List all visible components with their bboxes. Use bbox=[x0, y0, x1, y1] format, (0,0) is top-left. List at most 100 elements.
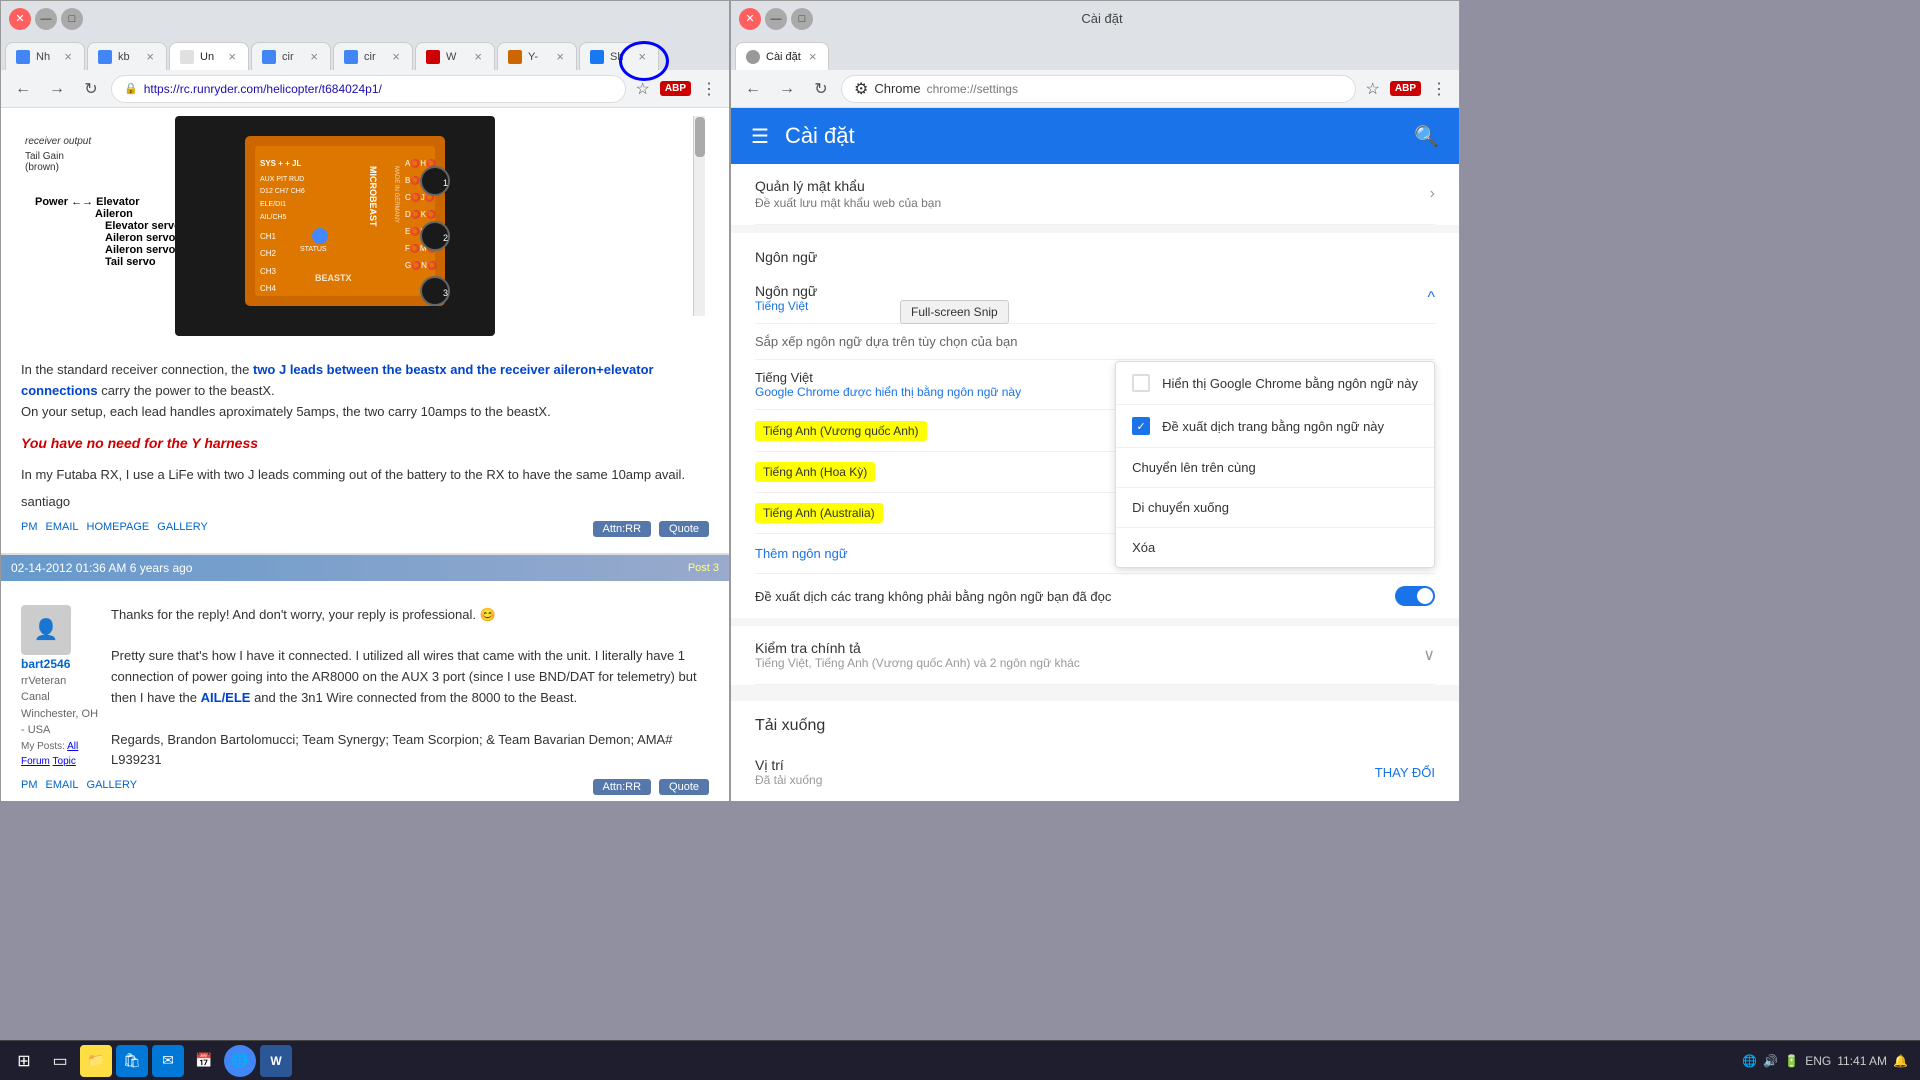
tabs-bar-left: Nh × kb × Un × cir × cir × bbox=[1, 36, 729, 70]
tab-cir2[interactable]: cir × bbox=[333, 42, 413, 70]
start-button[interactable]: ⊞ bbox=[8, 1045, 40, 1077]
location-item[interactable]: Vị trí Đã tải xuống THAY ĐỔI bbox=[755, 743, 1435, 801]
clock: 11:41 AM bbox=[1837, 1054, 1887, 1068]
ctx-item-4[interactable]: Di chuyển xuống bbox=[1116, 488, 1434, 528]
abp-badge-right[interactable]: ABP bbox=[1390, 81, 1421, 96]
tab-close-y[interactable]: × bbox=[554, 49, 566, 64]
attn-btn-main[interactable]: Attn:RR bbox=[593, 521, 652, 537]
task-view-button[interactable]: ▭ bbox=[44, 1045, 76, 1077]
tab-nh[interactable]: Nh × bbox=[5, 42, 85, 70]
beastx-diagram: SYS + + JL AUX PIT RUD D12 CH7 CH6 ELE/D… bbox=[175, 116, 495, 336]
email-link-main[interactable]: EMAIL bbox=[46, 521, 79, 537]
maximize-button-left[interactable]: □ bbox=[61, 8, 83, 30]
language-subsection[interactable]: Ngôn ngữ Tiếng Việt ^ bbox=[755, 273, 1435, 324]
attn-btn-post3[interactable]: Attn:RR bbox=[593, 779, 652, 795]
back-button-left[interactable]: ← bbox=[9, 75, 37, 103]
tab-favicon-y bbox=[508, 50, 522, 64]
tab-settings[interactable]: Cài đặt × bbox=[735, 42, 829, 70]
tab-label-kb: kb bbox=[118, 51, 130, 63]
settings-url-bar[interactable]: ⚙ Chrome chrome://settings bbox=[841, 75, 1356, 103]
tab-kb[interactable]: kb × bbox=[87, 42, 167, 70]
location-change-button[interactable]: THAY ĐỔI bbox=[1375, 765, 1435, 780]
post3-posts-label: My Posts: All Forum Topic bbox=[21, 739, 101, 769]
tab-close-cir2[interactable]: × bbox=[390, 49, 402, 64]
tab-close-cir1[interactable]: × bbox=[308, 49, 320, 64]
file-explorer-icon[interactable]: 📁 bbox=[80, 1045, 112, 1077]
chrome-taskbar-icon[interactable]: 🌐 bbox=[224, 1045, 256, 1077]
section-divider-3 bbox=[731, 685, 1459, 693]
spell-chevron-icon: ∨ bbox=[1423, 645, 1435, 665]
close-button-right[interactable]: ✕ bbox=[739, 8, 761, 30]
ctx-item-2[interactable]: ✓ Đề xuất dịch trang bằng ngôn ngữ này bbox=[1116, 405, 1434, 448]
forward-button-left[interactable]: → bbox=[43, 75, 71, 103]
volume-icon[interactable]: 🔊 bbox=[1763, 1054, 1778, 1068]
svg-text:CH4: CH4 bbox=[260, 284, 277, 293]
maximize-button-right[interactable]: □ bbox=[791, 8, 813, 30]
close-button-left[interactable]: ✕ bbox=[9, 8, 31, 30]
password-item[interactable]: Quản lý mật khẩu Đề xuất lưu mật khẩu we… bbox=[755, 164, 1435, 225]
quote-btn-post3[interactable]: Quote bbox=[659, 779, 709, 795]
post3-forum-link[interactable]: Forum bbox=[21, 756, 50, 767]
search-icon-settings[interactable]: 🔍 bbox=[1414, 124, 1439, 149]
battery-icon[interactable]: 🔋 bbox=[1784, 1054, 1799, 1068]
tab-label-cir2: cir bbox=[364, 51, 376, 63]
ctx-item-1[interactable]: Hiển thị Google Chrome bằng ngôn ngữ này bbox=[1116, 362, 1434, 405]
refresh-button-right[interactable]: ↻ bbox=[807, 75, 835, 103]
tab-close-un[interactable]: × bbox=[226, 49, 238, 64]
menu-icon-left[interactable]: ⋮ bbox=[697, 75, 721, 103]
tab-cir1[interactable]: cir × bbox=[251, 42, 331, 70]
refresh-button-left[interactable]: ↻ bbox=[77, 75, 105, 103]
store-icon[interactable]: 🛍 bbox=[116, 1045, 148, 1077]
star-icon-left[interactable]: ☆ bbox=[632, 75, 654, 103]
tab-label-w: W bbox=[446, 51, 456, 63]
ctx-checkbox-1[interactable] bbox=[1132, 374, 1150, 392]
post3-topic-link[interactable]: Topic bbox=[53, 756, 76, 767]
tab-close-kb[interactable]: × bbox=[144, 49, 156, 64]
tab-close-nh[interactable]: × bbox=[62, 49, 74, 64]
tab-w[interactable]: W × bbox=[415, 42, 495, 70]
minimize-button-right[interactable]: — bbox=[765, 8, 787, 30]
ctx-checkbox-2[interactable]: ✓ bbox=[1132, 417, 1150, 435]
settings-tab-close[interactable]: × bbox=[807, 49, 819, 64]
tab-un[interactable]: Un × bbox=[169, 42, 249, 70]
back-button-right[interactable]: ← bbox=[739, 75, 767, 103]
star-icon-right[interactable]: ☆ bbox=[1362, 75, 1384, 103]
gallery-link-main[interactable]: GALLERY bbox=[157, 521, 208, 537]
post3-name[interactable]: bart2546 bbox=[21, 655, 101, 673]
homepage-link-main[interactable]: HOMEPAGE bbox=[87, 521, 150, 537]
notification-icon[interactable]: 🔔 bbox=[1893, 1054, 1908, 1068]
tab-close-sh[interactable]: × bbox=[636, 49, 648, 64]
lang-indicator[interactable]: ENG bbox=[1805, 1054, 1831, 1068]
url-bar-left[interactable]: 🔒 https://rc.runryder.com/helicopter/t68… bbox=[111, 75, 626, 103]
tab-sh[interactable]: Sh × bbox=[579, 42, 659, 70]
scrollbar-left[interactable] bbox=[693, 116, 705, 316]
post3-link[interactable]: Post 3 bbox=[688, 562, 719, 574]
forward-button-right[interactable]: → bbox=[773, 75, 801, 103]
download-section: Tải xuống Vị trí Đã tải xuống THAY ĐỔI bbox=[731, 701, 1459, 801]
word-taskbar-icon[interactable]: W bbox=[260, 1045, 292, 1077]
gallery-link-post3[interactable]: GALLERY bbox=[87, 779, 138, 795]
translate-toggle[interactable] bbox=[1395, 586, 1435, 606]
network-icon[interactable]: 🌐 bbox=[1742, 1054, 1757, 1068]
pm-link-post3[interactable]: PM bbox=[21, 779, 38, 795]
ctx-item-5[interactable]: Xóa bbox=[1116, 528, 1434, 567]
minimize-button-left[interactable]: — bbox=[35, 8, 57, 30]
quote-btn-main[interactable]: Quote bbox=[659, 521, 709, 537]
tab-y[interactable]: Y- × bbox=[497, 42, 577, 70]
ctx-item-3[interactable]: Chuyển lên trên cùng bbox=[1116, 448, 1434, 488]
main-post-buttons: Attn:RR Quote bbox=[593, 521, 709, 537]
scrollbar-thumb-left[interactable] bbox=[695, 117, 705, 157]
menu-icon-right[interactable]: ⋮ bbox=[1427, 75, 1451, 103]
post3-regards: Regards, Brandon Bartolomucci; Team Syne… bbox=[111, 730, 709, 772]
tab-close-w[interactable]: × bbox=[472, 49, 484, 64]
calendar-icon[interactable]: 📅 bbox=[188, 1045, 220, 1077]
taskbar-icons: ⊞ ▭ 📁 🛍 ✉ 📅 🌐 W bbox=[0, 1045, 300, 1077]
email-link-post3[interactable]: EMAIL bbox=[46, 779, 79, 795]
language-chevron-icon[interactable]: ^ bbox=[1427, 289, 1435, 307]
pm-link-main[interactable]: PM bbox=[21, 521, 38, 537]
spell-item[interactable]: Kiểm tra chính tả Tiếng Việt, Tiếng Anh … bbox=[755, 626, 1435, 685]
hamburger-icon[interactable]: ☰ bbox=[751, 124, 769, 149]
mail-icon[interactable]: ✉ bbox=[152, 1045, 184, 1077]
abp-badge-left[interactable]: ABP bbox=[660, 81, 691, 96]
post3-all-link[interactable]: All bbox=[67, 741, 78, 752]
